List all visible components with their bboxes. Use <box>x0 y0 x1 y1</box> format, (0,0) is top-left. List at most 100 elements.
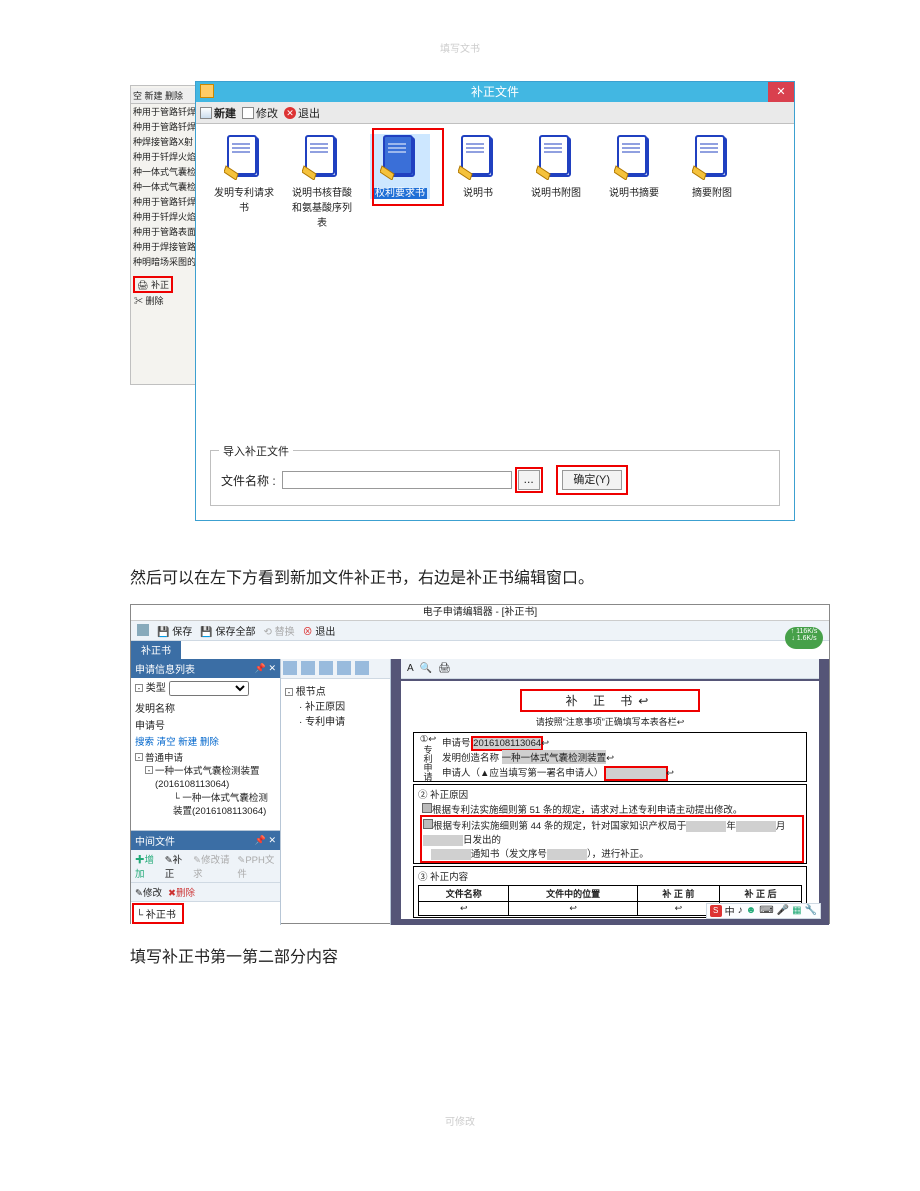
doc-item[interactable]: 说明书 <box>448 134 508 199</box>
font-icon[interactable]: A <box>407 663 414 674</box>
pin-icon[interactable]: 📌 ✕ <box>255 835 276 846</box>
checkbox-44[interactable] <box>423 819 433 829</box>
doc-hint: 请按照“注意事项”正确填写本表各栏↩ <box>413 715 807 728</box>
doc-label: 摘要附图 <box>682 184 742 199</box>
dispatch-no-field[interactable] <box>547 849 587 860</box>
bg-list-item: 种用于钎焊火焰 <box>131 149 199 164</box>
import-group: 导入补正文件 文件名称 : ... 确定(Y) <box>210 450 780 506</box>
list-ops[interactable]: 搜索 清空 新建 删除 <box>131 733 280 749</box>
doc-item[interactable]: 发明专利请求书 <box>214 134 274 214</box>
new-button[interactable]: 新建 <box>200 105 236 121</box>
panel-title-list: 申请信息列表📌 ✕ <box>131 659 280 678</box>
close-icon[interactable]: ✕ <box>768 82 794 102</box>
appno-field[interactable]: 2016108113064 <box>473 738 541 749</box>
saveall-button[interactable]: 💾 保存全部 <box>200 623 255 638</box>
pph-btn[interactable]: ✎PPH文件 <box>237 852 276 880</box>
dialog-title-text: 补正文件 <box>471 85 519 99</box>
document-icon <box>302 134 342 180</box>
bg-list-item: 种用于管路钎焊 <box>131 194 199 209</box>
mid-ops-row2: ✎修改 ✖删除 <box>131 883 280 902</box>
doc-title: 补 正 书↩ <box>520 689 700 712</box>
replace-button[interactable]: ⟲ 替换 <box>263 623 294 638</box>
day-field[interactable] <box>423 835 463 846</box>
background-app-sliver: 空 新建 删除 种用于管路钎焊 种用于管路钎焊 种焊接管路X射 种用于钎焊火焰 … <box>130 85 200 385</box>
exit-button[interactable]: ✕退出 <box>284 105 320 121</box>
screenshot-2: 电子申请编辑器 - [补正书] 💾 保存 💾 保存全部 ⟲ 替换 ⊗ 退出 ↑ … <box>130 604 830 924</box>
edit-icon <box>242 107 254 119</box>
bg-list-item: 种用于钎焊火焰 <box>131 209 199 224</box>
applicant-field[interactable] <box>606 768 666 779</box>
screenshot-1: 空 新建 删除 种用于管路钎焊 种用于管路钎焊 种焊接管路X射 种用于钎焊火焰 … <box>130 85 790 525</box>
type-select[interactable] <box>169 681 249 696</box>
dialog-toolbar: 新建 修改 ✕退出 <box>196 102 794 124</box>
doc-item[interactable]: 说明书核苷酸和氨基酸序列表 <box>292 134 352 229</box>
checkbox-51[interactable] <box>422 803 432 813</box>
doc-item[interactable]: 摘要附图 <box>682 134 742 199</box>
table-cell[interactable]: ↩ <box>509 901 637 915</box>
document-icon <box>692 134 732 180</box>
paste-icon[interactable] <box>355 661 369 675</box>
appno-label: 申请号 <box>131 716 280 733</box>
pin-icon[interactable]: 📌 ✕ <box>255 663 276 674</box>
mid-item-buzhengshu[interactable]: └ 补正书 <box>134 905 182 922</box>
sogou-icon[interactable]: S <box>710 905 722 917</box>
undo-icon[interactable] <box>283 661 297 675</box>
ime-toolbar[interactable]: S 中 ♪☻⌨🎤▦🔧 <box>706 903 821 919</box>
browse-button[interactable]: ... <box>518 470 540 490</box>
exit-button[interactable]: ⊗ 退出 <box>303 623 336 638</box>
copy-icon[interactable] <box>337 661 351 675</box>
redo-icon[interactable] <box>301 661 315 675</box>
tab-buzhengshu[interactable]: 补正书 <box>131 641 181 659</box>
doc-item-selected[interactable]: 权利要求书 <box>370 134 430 199</box>
doc-label: 说明书摘要 <box>604 184 664 199</box>
center-toolbar <box>281 659 390 679</box>
modify-req-btn[interactable]: ✎修改请求 <box>193 852 231 880</box>
file-input[interactable] <box>282 471 512 489</box>
cut-icon[interactable] <box>319 661 333 675</box>
watermark-bottom: 可修改 <box>130 1113 790 1128</box>
buzheng-button[interactable]: 🖨 补正 <box>133 276 173 293</box>
mid-ops-row1: ✚增加 ✎补正 ✎修改请求 ✎PPH文件 <box>131 850 280 883</box>
add-btn[interactable]: ✚增加 <box>135 852 159 880</box>
bg-list-item: 种用于焊接管路 <box>131 239 199 254</box>
watermark-top: 填写文书 <box>130 40 790 55</box>
doc-label: 发明专利请求书 <box>214 184 274 214</box>
bg-list-item: 种用于管路钎焊 <box>131 119 199 134</box>
section-tree[interactable]: - 根节点 · 补正原因 · 专利申请 <box>281 679 390 732</box>
delete-btn[interactable]: ✖删除 <box>168 885 195 899</box>
modify-btn[interactable]: ✎修改 <box>135 885 162 899</box>
invention-name-field[interactable]: 一种一体式气囊检测装置 <box>502 750 607 764</box>
zoom-icon[interactable]: 🔍 <box>420 663 432 674</box>
year-field[interactable] <box>686 821 726 832</box>
center-column: - 根节点 · 补正原因 · 专利申请 <box>281 659 391 925</box>
doc-label: 说明书 <box>448 184 508 199</box>
document-page: 补 正 书↩ 请按照“注意事项”正确填写本表各栏↩ ①↩专利申请 申请号 201… <box>401 681 819 919</box>
bg-list-item: 种一体式气囊检 <box>131 164 199 179</box>
notice-type-field[interactable] <box>431 849 471 860</box>
type-label: 类型 <box>146 683 166 694</box>
edit-button[interactable]: 修改 <box>242 105 278 121</box>
doc-label: 权利要求书 <box>373 188 427 199</box>
bg-list-item: 种明暗场采图的 <box>131 254 199 269</box>
app-icon <box>137 624 149 636</box>
doc-item[interactable]: 说明书摘要 <box>604 134 664 199</box>
month-field[interactable] <box>736 821 776 832</box>
table-cell[interactable]: ↩ <box>419 901 509 915</box>
doc-label: 说明书核苷酸和氨基酸序列表 <box>292 184 352 229</box>
save-button[interactable]: 💾 保存 <box>157 623 192 638</box>
bg-list-item: 种一体式气囊检 <box>131 179 199 194</box>
import-legend: 导入补正文件 <box>219 443 293 459</box>
section-2: ② 补正原因 根据专利法实施细则第 51 条的规定，请求对上述专利申请主动提出修… <box>413 784 807 864</box>
application-tree[interactable]: -普通申请 -一种一体式气囊检测装置(2016108113064) └ 一种一体… <box>131 749 280 821</box>
network-speed-widget: ↑ 116K/s↓ 1.6K/s <box>785 627 823 649</box>
ok-button[interactable]: 确定(Y) <box>562 470 622 490</box>
bg-list-item: 种焊接管路X射 <box>131 134 199 149</box>
delete-button[interactable]: ✂ 删除 <box>131 295 167 307</box>
doc-item[interactable]: 说明书附图 <box>526 134 586 199</box>
editor-toolbar: 💾 保存 💾 保存全部 ⟲ 替换 ⊗ 退出 <box>131 621 829 641</box>
caption-2: 填写补正书第一第二部分内容 <box>130 944 790 973</box>
buzheng-btn[interactable]: ✎补正 <box>165 852 187 880</box>
print-icon[interactable]: 🖨 <box>438 663 451 674</box>
document-icon <box>614 134 654 180</box>
dialog-titlebar: 补正文件 ✕ <box>196 82 794 102</box>
